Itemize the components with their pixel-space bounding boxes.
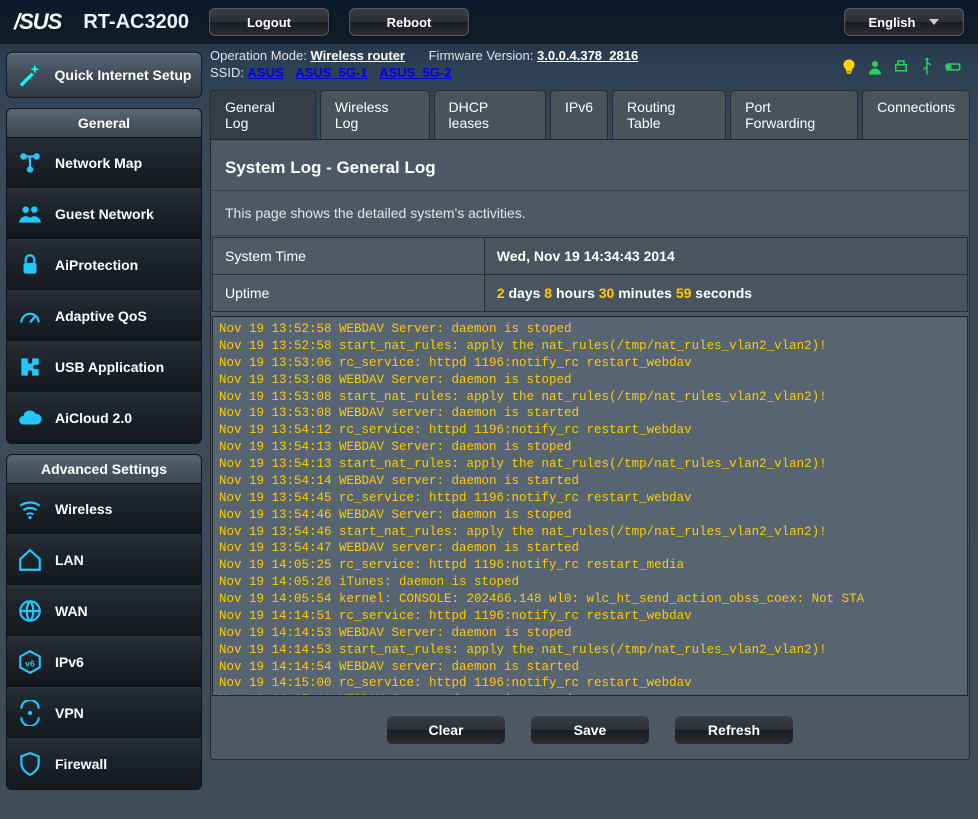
sidebar: Quick Internet Setup General Network Map… xyxy=(6,52,202,790)
save-button[interactable]: Save xyxy=(530,715,650,745)
sidebar-item-label: Guest Network xyxy=(55,206,154,222)
bulb-icon[interactable] xyxy=(840,58,858,76)
reboot-button[interactable]: Reboot xyxy=(349,8,469,36)
vpn-icon xyxy=(17,700,43,726)
ssid-label: SSID: xyxy=(210,65,248,80)
sidebar-item-label: AiCloud 2.0 xyxy=(55,410,132,426)
switch-icon[interactable] xyxy=(944,58,962,76)
sidebar-item-firewall[interactable]: Firewall xyxy=(7,739,201,789)
sidebar-item-network-map[interactable]: Network Map xyxy=(7,138,201,189)
log-panel: System Log - General Log This page shows… xyxy=(210,139,970,760)
sidebar-item-vpn[interactable]: VPN xyxy=(7,688,201,739)
home-icon xyxy=(17,547,43,573)
sidebar-item-ipv6[interactable]: v6 IPv6 xyxy=(7,637,201,688)
clear-button[interactable]: Clear xyxy=(386,715,506,745)
sidebar-item-aicloud[interactable]: AiCloud 2.0 xyxy=(7,393,201,443)
tab-wireless-log[interactable]: Wireless Log xyxy=(320,90,430,139)
system-time-label: System Time xyxy=(213,238,485,275)
printer-icon[interactable] xyxy=(892,58,910,76)
tab-routing-table[interactable]: Routing Table xyxy=(612,90,726,139)
tab-general-log[interactable]: General Log xyxy=(210,90,316,139)
sidebar-item-wan[interactable]: WAN xyxy=(7,586,201,637)
system-time-value: Wed, Nov 19 14:34:43 2014 xyxy=(484,238,967,275)
table-row-system-time: System Time Wed, Nov 19 14:34:43 2014 xyxy=(213,238,968,275)
wand-icon xyxy=(15,61,43,89)
wifi-icon xyxy=(17,496,43,522)
sidebar-item-label: Network Map xyxy=(55,155,142,171)
ipv6-icon: v6 xyxy=(17,649,43,675)
tab-connections[interactable]: Connections xyxy=(862,90,970,139)
gauge-icon xyxy=(17,303,43,329)
tab-bar: General Log Wireless Log DHCP leases IPv… xyxy=(210,90,970,139)
shield-icon xyxy=(17,751,43,777)
page-title: System Log - General Log xyxy=(211,140,969,191)
op-mode-label: Operation Mode: xyxy=(210,48,310,63)
system-info-table: System Time Wed, Nov 19 14:34:43 2014 Up… xyxy=(212,237,968,312)
sidebar-item-label: AiProtection xyxy=(55,257,138,273)
sidebar-advanced-menu: Wireless LAN WAN v6 IPv6 VPN Firewall xyxy=(6,483,202,790)
refresh-button[interactable]: Refresh xyxy=(674,715,794,745)
puzzle-icon xyxy=(17,354,43,380)
tab-dhcp-leases[interactable]: DHCP leases xyxy=(434,90,546,139)
ssid-link[interactable]: ASUS xyxy=(248,65,284,80)
ssid-link[interactable]: ASUS_5G-1 xyxy=(295,65,367,80)
cloud-icon xyxy=(17,405,43,431)
sidebar-item-adaptive-qos[interactable]: Adaptive QoS xyxy=(7,291,201,342)
sidebar-section-advanced: Advanced Settings xyxy=(6,454,202,483)
sidebar-item-guest-network[interactable]: Guest Network xyxy=(7,189,201,240)
page-description: This page shows the detailed system's ac… xyxy=(211,191,969,236)
guest-network-icon xyxy=(17,201,43,227)
globe-icon xyxy=(17,598,43,624)
chevron-down-icon xyxy=(929,19,939,25)
fw-label: Firmware Version: xyxy=(429,48,537,63)
network-map-icon xyxy=(17,150,43,176)
uptime-label: Uptime xyxy=(213,275,485,312)
sidebar-general-menu: Network Map Guest Network AiProtection A… xyxy=(6,137,202,444)
uptime-value: 2 days 8 hours 30 minutes 59 seconds xyxy=(484,275,967,312)
sidebar-section-general: General xyxy=(6,108,202,137)
language-label: English xyxy=(869,15,916,30)
sidebar-item-label: Firewall xyxy=(55,756,107,772)
system-log-textarea[interactable] xyxy=(212,316,968,696)
sidebar-item-lan[interactable]: LAN xyxy=(7,535,201,586)
sidebar-item-label: USB Application xyxy=(55,359,164,375)
sidebar-item-label: IPv6 xyxy=(55,654,84,670)
logout-button[interactable]: Logout xyxy=(209,8,329,36)
sidebar-item-label: Adaptive QoS xyxy=(55,308,147,324)
sidebar-item-wireless[interactable]: Wireless xyxy=(7,484,201,535)
fw-link[interactable]: 3.0.0.4.378_2816 xyxy=(537,48,638,63)
usb-icon[interactable] xyxy=(918,58,936,76)
table-row-uptime: Uptime 2 days 8 hours 30 minutes 59 seco… xyxy=(213,275,968,312)
sidebar-item-label: LAN xyxy=(55,552,84,568)
top-bar: /SUS RT-AC3200 Logout Reboot English xyxy=(0,0,978,44)
tab-port-forwarding[interactable]: Port Forwarding xyxy=(730,90,858,139)
sidebar-item-label: Wireless xyxy=(55,501,112,517)
model-label: RT-AC3200 xyxy=(83,11,189,34)
brand-logo: /SUS xyxy=(14,9,61,35)
lock-icon xyxy=(17,252,43,278)
op-mode-link[interactable]: Wireless router xyxy=(310,48,405,63)
svg-text:v6: v6 xyxy=(25,658,35,668)
status-icons xyxy=(840,58,962,76)
log-action-row: Clear Save Refresh xyxy=(211,715,969,745)
main-content: Operation Mode: Wireless router Firmware… xyxy=(210,48,970,819)
ssid-link[interactable]: ASUS_5G-2 xyxy=(379,65,451,80)
sidebar-item-label: VPN xyxy=(55,705,84,721)
tab-ipv6[interactable]: IPv6 xyxy=(550,90,608,139)
qis-label: Quick Internet Setup xyxy=(53,67,193,84)
sidebar-item-aiprotection[interactable]: AiProtection xyxy=(7,240,201,291)
sidebar-item-quick-internet-setup[interactable]: Quick Internet Setup xyxy=(6,52,202,98)
sidebar-item-usb-application[interactable]: USB Application xyxy=(7,342,201,393)
language-selector[interactable]: English xyxy=(844,8,964,36)
sidebar-item-label: WAN xyxy=(55,603,88,619)
user-icon[interactable] xyxy=(866,58,884,76)
